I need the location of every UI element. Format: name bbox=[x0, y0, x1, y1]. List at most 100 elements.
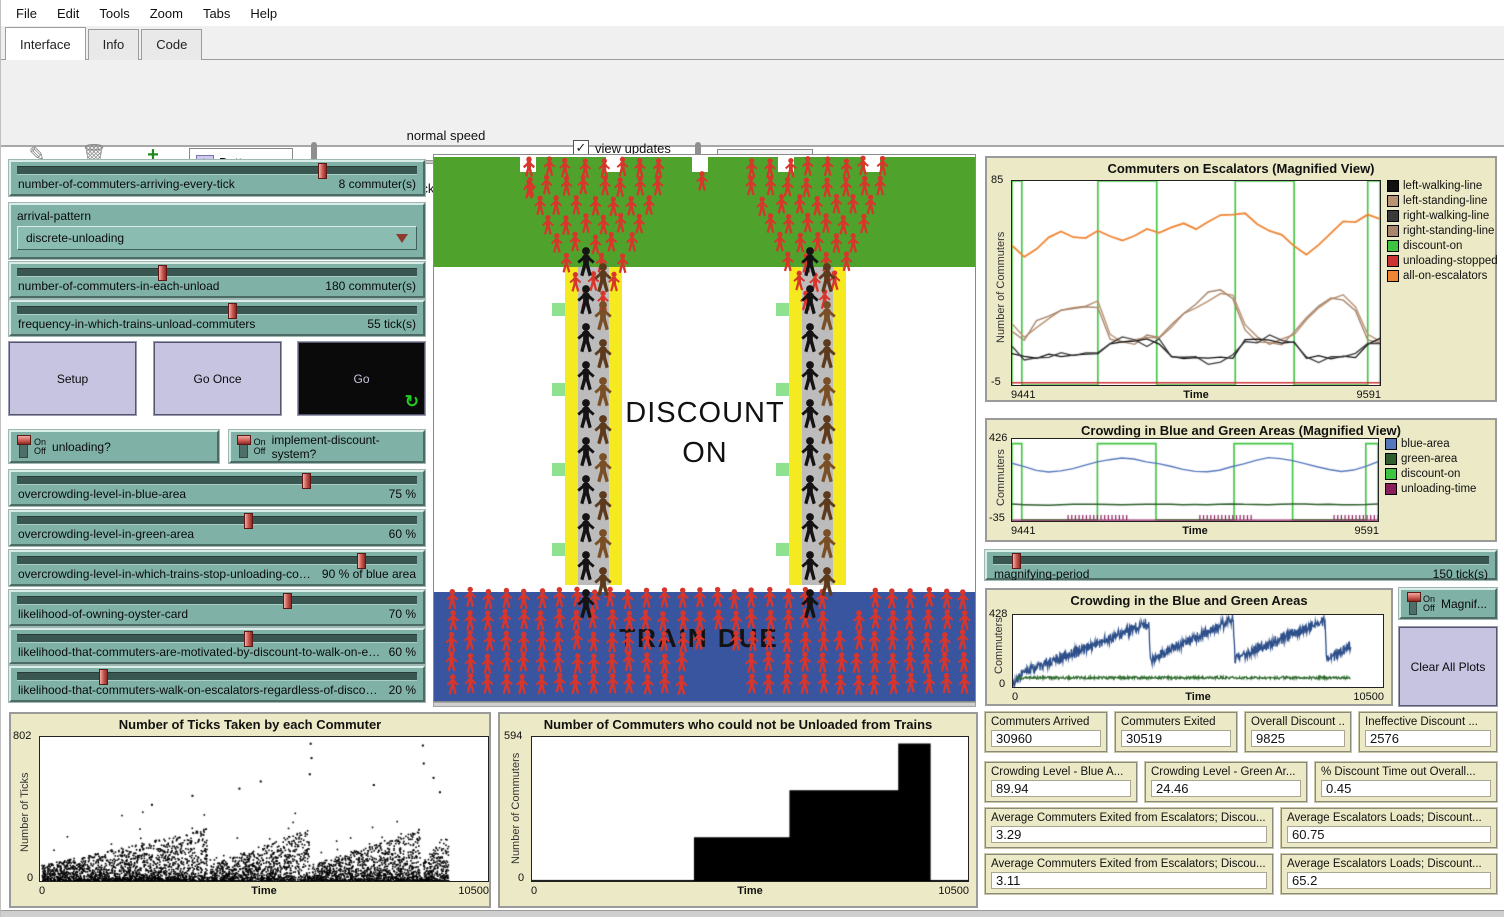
commuter-figure bbox=[501, 651, 513, 671]
y-axis-title: Commuters bbox=[995, 449, 1007, 506]
switch-knob[interactable] bbox=[1407, 592, 1421, 602]
switch-magnify[interactable]: OnOffMagnif... bbox=[1399, 588, 1497, 619]
monitor-value: 30519 bbox=[1121, 730, 1231, 747]
monitor-label: Average Escalators Loads; Discount... bbox=[1287, 858, 1491, 870]
slider-overcrowding-level-in-which-tr[interactable]: overcrowding-level-in-which-trains-stop-… bbox=[9, 550, 425, 586]
monitor-4: Crowding Level - Blue A...89.94 bbox=[985, 762, 1137, 802]
plot-canvas bbox=[532, 737, 968, 881]
switch-implement-discount-system[interactable]: OnOffimplement-discount-system? bbox=[229, 430, 425, 463]
commuter-figure bbox=[745, 653, 757, 673]
menu-item-file[interactable]: File bbox=[7, 3, 46, 24]
commuter-figure bbox=[499, 609, 511, 629]
clear-all-plots-button[interactable]: Clear All Plots bbox=[1399, 627, 1497, 706]
chooser-label: arrival-pattern bbox=[17, 209, 417, 223]
go-button[interactable]: Go↻ bbox=[298, 342, 425, 415]
legend-swatch-discount-on bbox=[1385, 468, 1397, 480]
slider-handle[interactable] bbox=[228, 303, 237, 319]
slider-label-row: overcrowding-level-in-green-area60 % bbox=[11, 526, 423, 541]
commuter-figure bbox=[607, 197, 619, 217]
monitor-7: Average Commuters Exited from Escalators… bbox=[985, 808, 1273, 848]
setup-button[interactable]: Setup bbox=[9, 342, 136, 415]
slider-track[interactable] bbox=[17, 596, 417, 605]
monitor-3: Ineffective Discount ...2576 bbox=[1359, 712, 1497, 752]
switch-toggle[interactable] bbox=[239, 436, 248, 458]
commuter-figure bbox=[693, 629, 705, 649]
slider-handle[interactable] bbox=[302, 473, 311, 489]
commuter-figure bbox=[634, 158, 646, 178]
slider-handle[interactable] bbox=[318, 163, 327, 179]
monitor-value: 89.94 bbox=[991, 780, 1131, 797]
commuter-figure bbox=[745, 587, 757, 607]
slider-track[interactable] bbox=[17, 672, 417, 681]
slider-name: likelihood-of-owning-oyster-card bbox=[18, 607, 188, 621]
slider-track[interactable] bbox=[17, 476, 417, 485]
legend-item: green-area bbox=[1385, 453, 1476, 465]
slider-track[interactable] bbox=[17, 166, 417, 175]
slider-track[interactable] bbox=[17, 516, 417, 525]
switch-unloading[interactable]: OnOffunloading? bbox=[9, 430, 219, 463]
slider-track[interactable] bbox=[993, 556, 1489, 565]
slider-likelihood-that-commuters-walk[interactable]: likelihood-that-commuters-walk-on-escala… bbox=[9, 666, 425, 702]
slider-magnifying-period[interactable]: magnifying-period150 tick(s) bbox=[985, 550, 1497, 580]
slider-overcrowding-level-in-blue-are[interactable]: overcrowding-level-in-blue-area75 % bbox=[9, 470, 425, 506]
slider-track[interactable] bbox=[17, 268, 417, 277]
commuter-figure bbox=[599, 176, 611, 196]
y-axis-min: 0 bbox=[27, 872, 33, 884]
commuter-figure bbox=[598, 158, 610, 178]
switch-toggle[interactable] bbox=[1409, 593, 1417, 615]
slider-handle[interactable] bbox=[244, 631, 253, 647]
commuter-figure bbox=[837, 215, 849, 235]
commuter-figure bbox=[571, 587, 583, 607]
commuter-figure bbox=[534, 195, 546, 215]
legend-label: discount-on bbox=[1403, 240, 1462, 252]
chooser-dropdown-triangle-icon bbox=[396, 234, 408, 243]
menu-item-edit[interactable]: Edit bbox=[48, 3, 88, 24]
commuter-figure bbox=[922, 609, 934, 629]
tab-interface[interactable]: Interface bbox=[5, 27, 86, 60]
menu-item-tools[interactable]: Tools bbox=[90, 3, 138, 24]
commuter-figure bbox=[782, 177, 794, 197]
slider-likelihood-that-commuters-are-[interactable]: likelihood-that-commuters-are-motivated-… bbox=[9, 628, 425, 664]
switch-knob[interactable] bbox=[237, 435, 251, 445]
slider-handle[interactable] bbox=[244, 513, 253, 529]
plot-3: Number of Ticks Taken by each Commuter80… bbox=[9, 712, 491, 908]
commuter-figure bbox=[941, 588, 953, 608]
menu-item-tabs[interactable]: Tabs bbox=[194, 3, 239, 24]
commuter-figure bbox=[887, 610, 899, 630]
slider-handle[interactable] bbox=[357, 553, 366, 569]
chooser-value-box[interactable]: discrete-unloading bbox=[17, 226, 417, 250]
menu-item-zoom[interactable]: Zoom bbox=[141, 3, 192, 24]
slider-track[interactable] bbox=[17, 634, 417, 643]
switch-knob[interactable] bbox=[17, 435, 31, 445]
slider-overcrowding-level-in-green-ar[interactable]: overcrowding-level-in-green-area60 % bbox=[9, 510, 425, 546]
slider-handle[interactable] bbox=[283, 593, 292, 609]
slider-track[interactable] bbox=[17, 556, 417, 565]
commuter-figure bbox=[831, 233, 843, 253]
switch-toggle[interactable] bbox=[19, 436, 28, 458]
slider-frequency-in-which-trains-unlo[interactable]: frequency-in-which-trains-unload-commute… bbox=[9, 300, 425, 336]
commuter-figure bbox=[550, 195, 562, 215]
commuter-figure bbox=[694, 611, 706, 631]
commuter-figure bbox=[641, 652, 653, 672]
commuter-figure bbox=[853, 629, 865, 649]
go-once-button[interactable]: Go Once bbox=[154, 342, 281, 415]
slider-number-of-commuters-arriving-e[interactable]: number-of-commuters-arriving-every-tick8… bbox=[9, 160, 425, 196]
slider-handle[interactable] bbox=[99, 669, 108, 685]
slider-name: number-of-commuters-in-each-unload bbox=[18, 279, 219, 293]
switch-onoff-labels: OnOff bbox=[254, 438, 266, 456]
chooser-arrival-pattern[interactable]: arrival-pattern discrete-unloading bbox=[9, 203, 425, 259]
slider-handle[interactable] bbox=[158, 265, 167, 281]
slider-likelihood-of-owning-oyster-ca[interactable]: likelihood-of-owning-oyster-card70 % bbox=[9, 590, 425, 626]
slider-handle[interactable] bbox=[1012, 553, 1021, 569]
commuter-figure bbox=[657, 611, 669, 631]
slider-value: 60 % bbox=[389, 527, 416, 541]
tab-code[interactable]: Code bbox=[141, 29, 202, 60]
commuter-figure bbox=[783, 588, 795, 608]
monitor-label: Commuters Arrived bbox=[991, 716, 1101, 728]
tab-info[interactable]: Info bbox=[88, 29, 140, 60]
slider-number-of-commuters-in-each-un[interactable]: number-of-commuters-in-each-unload180 co… bbox=[9, 262, 425, 298]
go-once-button-label: Go Once bbox=[193, 372, 241, 386]
slider-track[interactable] bbox=[17, 306, 417, 315]
menu-item-help[interactable]: Help bbox=[241, 3, 286, 24]
monitor-label: Commuters Exited bbox=[1121, 716, 1231, 728]
